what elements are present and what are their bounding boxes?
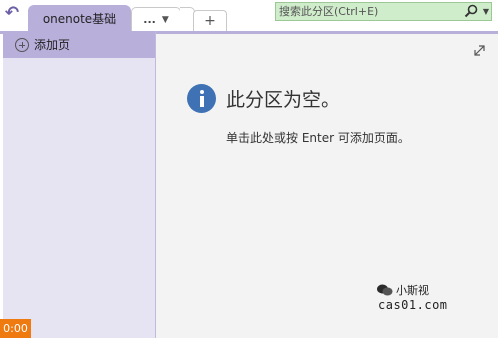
tab-onenote-basics[interactable]: onenote基础 <box>28 5 131 31</box>
add-section-label: + <box>204 13 216 29</box>
onenote-window: ↶ onenote基础 ... ▼ + ▼ 添加页 <box>0 0 498 338</box>
more-sections-tab[interactable]: ... ▼ <box>131 7 181 31</box>
watermark-url: cas01.com <box>378 298 448 312</box>
timer-badge: 0:00 <box>0 319 31 338</box>
add-section-button[interactable]: + <box>193 10 227 31</box>
add-page-label: 添加页 <box>34 38 71 52</box>
search-scope-dropdown-icon[interactable]: ▼ <box>481 3 491 20</box>
watermark: 小斯视 cas01.com <box>376 282 452 316</box>
back-icon[interactable]: ↶ <box>4 2 20 24</box>
search-icon[interactable] <box>463 4 479 19</box>
info-icon <box>187 84 216 113</box>
add-circle-icon <box>15 37 29 52</box>
section-tab-bar: ↶ onenote基础 ... ▼ + ▼ <box>0 0 498 31</box>
expand-icon[interactable] <box>473 44 486 57</box>
page-list-panel: 添加页 <box>3 31 156 338</box>
search-input[interactable] <box>276 3 460 20</box>
watermark-logo-icon <box>377 284 393 296</box>
empty-section-hint[interactable]: 单击此处或按 Enter 可添加页面。 <box>226 129 410 146</box>
tab-label: onenote基础 <box>42 11 117 26</box>
search-box: ▼ <box>275 2 492 21</box>
more-label: ... <box>143 13 156 26</box>
empty-section-title: 此分区为空。 <box>226 89 341 111</box>
watermark-name: 小斯视 <box>396 284 429 297</box>
chevron-down-icon: ▼ <box>161 14 169 25</box>
add-page-button[interactable]: 添加页 <box>3 31 155 58</box>
